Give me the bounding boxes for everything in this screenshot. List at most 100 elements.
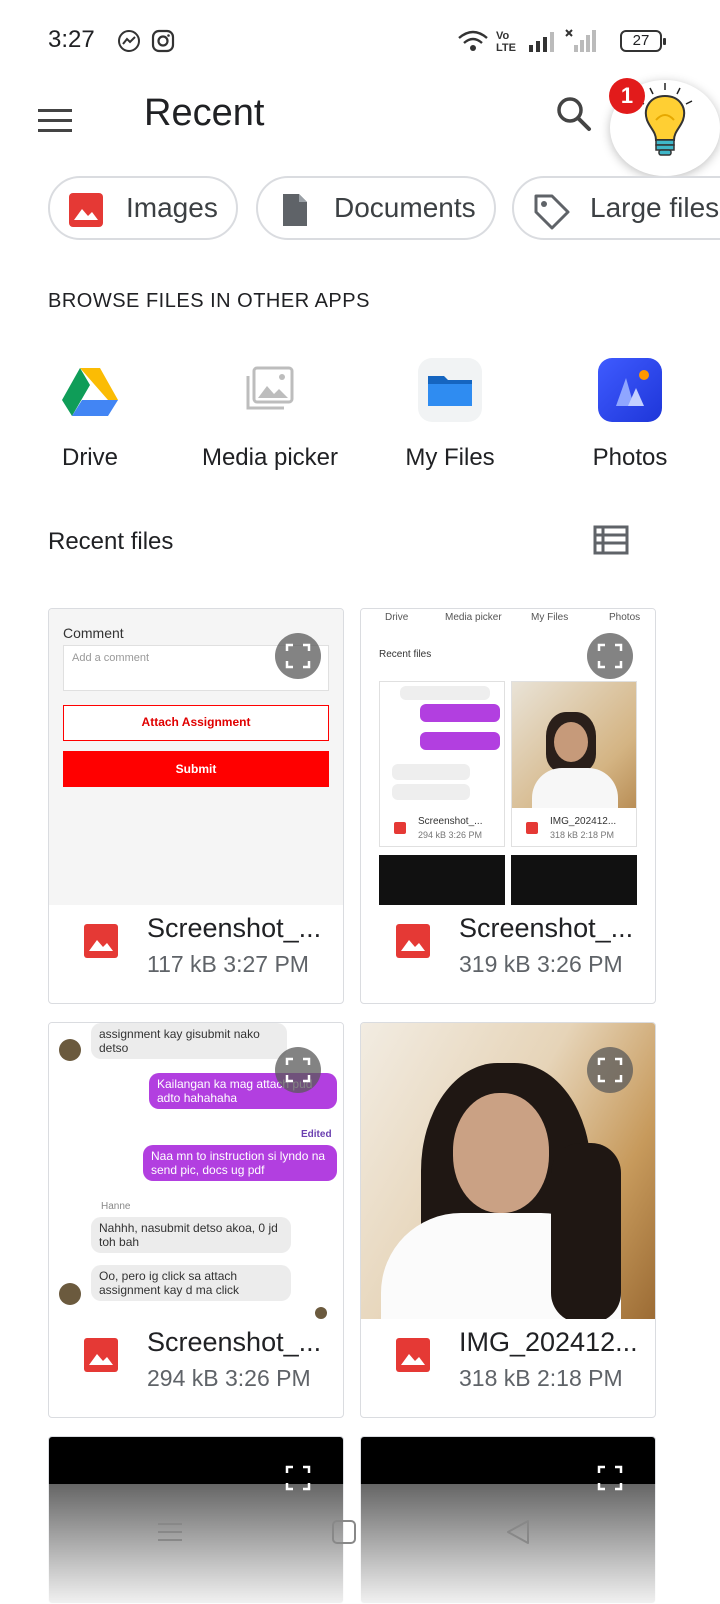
app-drive[interactable]: Drive (0, 358, 180, 478)
status-bar: 3:27 Vo LTE 27 (0, 0, 720, 80)
file-time: 3:26 PM (225, 1365, 311, 1391)
file-name: IMG_202412... (459, 1327, 638, 1357)
photo-subject (453, 1093, 549, 1213)
thumb-tab: Media picker (445, 612, 502, 623)
file-card[interactable]: assignment kay gisubmit nako detso Kaila… (48, 1022, 344, 1418)
folder-icon (418, 358, 482, 422)
signal-icon (528, 28, 558, 54)
thumb-message: Oo, pero ig click sa attach assignment k… (91, 1265, 291, 1301)
thumb-mini-card: IMG_202412... 318 kB 2:18 PM (511, 681, 637, 847)
thumb-attach-button: Attach Assignment (63, 705, 329, 741)
chip-label: Images (126, 192, 218, 223)
thumb-recent-heading: Recent files (379, 649, 432, 660)
file-time: 3:27 PM (223, 951, 309, 977)
file-meta: 319 kB 3:26 PM (459, 951, 623, 978)
file-meta: 318 kB 2:18 PM (459, 1365, 623, 1392)
list-view-button[interactable] (590, 518, 634, 562)
file-name: Screenshot_... (147, 913, 322, 943)
system-nav-bar (0, 1484, 720, 1604)
recents-menu-icon[interactable] (150, 1512, 190, 1552)
expand-icon[interactable] (275, 633, 321, 679)
thumb-mini-card: Screenshot_... 294 kB 3:26 PM (379, 681, 505, 847)
app-my-files[interactable]: My Files (360, 358, 540, 478)
thumb-comment-label: Comment (63, 625, 124, 641)
tag-icon (532, 192, 570, 230)
thumb-message: Naa mn to instruction si lyndo na send p… (143, 1145, 337, 1181)
instagram-icon (150, 28, 176, 54)
file-meta: 117 kB 3:27 PM (147, 951, 309, 978)
app-label: Media picker (201, 444, 339, 471)
file-size: 318 kB (459, 1365, 531, 1391)
browse-heading: BROWSE FILES IN OTHER APPS (48, 290, 370, 312)
file-time: 2:18 PM (537, 1365, 623, 1391)
expand-icon[interactable] (587, 1047, 633, 1093)
document-icon (276, 192, 312, 228)
expand-icon[interactable] (275, 1047, 321, 1093)
thumb-tab: Photos (609, 612, 641, 623)
svg-text:LTE: LTE (496, 42, 516, 54)
volte-icon: Vo LTE (494, 28, 524, 54)
app-label: My Files (405, 444, 495, 471)
thumb-message: Nahhh, nasubmit detso akoa, 0 jd toh bah (91, 1217, 291, 1253)
thumb-comment-placeholder: Add a comment (72, 652, 150, 664)
file-meta: 294 kB 3:26 PM (147, 1365, 311, 1392)
app-bar: Recent 1 (0, 78, 720, 176)
photos-icon (598, 358, 662, 422)
chip-large-files[interactable]: Large files (512, 176, 720, 240)
avatar (315, 1307, 327, 1319)
thumb-mini-meta: 294 kB 3:26 PM (418, 830, 483, 840)
app-photos[interactable]: Photos (540, 358, 720, 478)
gallery-icon (238, 358, 302, 422)
app-media-picker[interactable]: Media picker (180, 358, 360, 478)
expand-icon[interactable] (587, 633, 633, 679)
recent-files-heading: Recent files (48, 528, 174, 555)
thumb-tab: Drive (385, 612, 409, 623)
avatar (59, 1283, 81, 1305)
status-time: 3:27 (48, 26, 95, 53)
file-card[interactable]: IMG_202412... 318 kB 2:18 PM (360, 1022, 656, 1418)
thumb-submit-button: Submit (63, 751, 329, 787)
thumb-mini-name: IMG_202412... (550, 816, 617, 827)
file-name: Screenshot_... (459, 913, 634, 943)
image-icon (83, 923, 119, 959)
menu-button[interactable] (32, 96, 80, 144)
thumb-tab: My Files (531, 612, 569, 623)
app-label: Drive (61, 444, 118, 471)
file-size: 294 kB (147, 1365, 219, 1391)
chip-documents[interactable]: Documents (256, 176, 496, 240)
chip-images[interactable]: Images (48, 176, 238, 240)
signal-no-service-icon (564, 28, 598, 54)
thumb-message: assignment kay gisubmit nako detso (91, 1023, 287, 1059)
thumb-mini-name: Screenshot_... (418, 816, 483, 827)
image-icon (68, 192, 104, 228)
filter-chips: Images Documents Large files (0, 176, 720, 242)
thumb-mini-card (379, 855, 505, 905)
thumb-mini-meta: 318 kB 2:18 PM (550, 830, 615, 840)
file-size: 117 kB (147, 951, 217, 977)
image-icon (395, 1337, 431, 1373)
chip-label: Documents (334, 192, 476, 223)
app-label: Photos (592, 444, 668, 471)
file-card[interactable]: Comment Add a comment Attach Assignment … (48, 608, 344, 1004)
file-card[interactable]: Drive Media picker My Files Photos Recen… (360, 608, 656, 1004)
page-title: Recent (144, 92, 265, 134)
search-button[interactable] (550, 90, 598, 138)
photo-subject (551, 1143, 621, 1319)
battery-indicator: 27 (620, 30, 666, 52)
chip-label: Large files (590, 192, 720, 223)
back-triangle-icon[interactable] (498, 1512, 538, 1552)
wifi-icon (456, 28, 490, 54)
file-size: 319 kB (459, 951, 531, 977)
image-icon (395, 923, 431, 959)
file-time: 3:26 PM (537, 951, 623, 977)
svg-text:Vo: Vo (496, 30, 510, 42)
messenger-icon (116, 28, 142, 54)
google-drive-icon (58, 358, 122, 422)
thumb-edited-label: Edited (301, 1129, 332, 1140)
file-name: Screenshot_... (147, 1327, 322, 1357)
home-square-icon[interactable] (324, 1512, 364, 1552)
thumb-sender-name: Hanne (101, 1201, 131, 1212)
notification-badge: 1 (609, 78, 645, 114)
avatar (59, 1039, 81, 1061)
image-icon (83, 1337, 119, 1373)
